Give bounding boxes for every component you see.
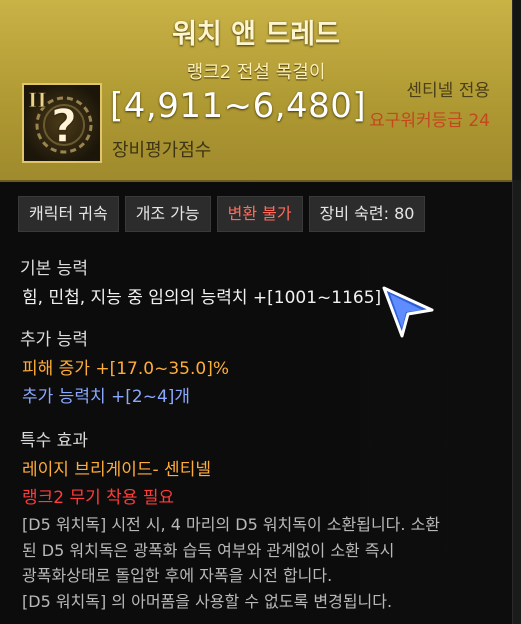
class-requirement: 센티넬 전용 [406,81,490,101]
extra-stat-damage: 피해 증가 +[17.0~35.0]% [22,359,229,379]
extra-stats-title: 추가 능력 [20,330,88,350]
mouse-cursor-icon [382,286,434,338]
level-requirement: 요구워커등급 24 [369,111,490,131]
description-line: 광폭화상태로 돌입한 후에 자폭을 시전 합니다. [22,566,333,585]
tooltip-header: 워치 앤 드레드 랭크2 전설 목걸이 ? II [4,911~6,480] 장… [0,0,512,182]
item-tooltip: 워치 앤 드레드 랭크2 전설 목걸이 ? II [4,911~6,480] 장… [0,0,513,624]
svg-text:?: ? [51,99,78,153]
tag-not-convertible: 변환 불가 [216,196,303,232]
svg-text:II: II [28,88,47,112]
basic-stats-title: 기본 능력 [20,259,88,279]
description-line: [D5 워치독] 시전 시, 4 마리의 D5 워치독이 소환됩니다. 소환 [22,515,441,534]
description-line: 된 D5 워치독은 광폭화 습득 여부와 관계없이 소환 즉시 [22,540,395,560]
question-mark-icon: ? II [24,85,100,161]
extra-stat-count: 추가 능력치 +[2~4]개 [22,387,191,407]
item-icon: ? II [22,83,102,163]
basic-stat-line: 힘, 민첩, 지능 중 임의의 능력치 +[1001~1165] [22,288,382,308]
special-effect-title: 특수 효과 [20,431,88,451]
tag-equipment-mastery: 장비 숙련: 80 [308,196,426,232]
special-effect-description: [D5 워치독] 시전 시, 4 마리의 D5 워치독이 소환됩니다. 소환 된… [22,512,492,614]
tag-modifiable: 개조 가능 [124,196,211,232]
special-effect-skill: 레이지 브리게이드- 센티넬 [22,460,211,480]
item-name: 워치 앤 드레드 [172,19,340,50]
tag-character-bound: 캐릭터 귀속 [18,196,119,232]
item-tags: 캐릭터 귀속 개조 가능 변환 불가 장비 숙련: 80 [18,196,426,232]
description-line: [D5 워치독] 의 아머폼을 사용할 수 없도록 변경됩니다. [22,591,393,611]
special-effect-requirement: 랭크2 무기 착용 필요 [22,488,175,508]
equipment-score-label: 장비평가점수 [112,140,212,161]
equipment-score: [4,911~6,480] [110,86,367,126]
